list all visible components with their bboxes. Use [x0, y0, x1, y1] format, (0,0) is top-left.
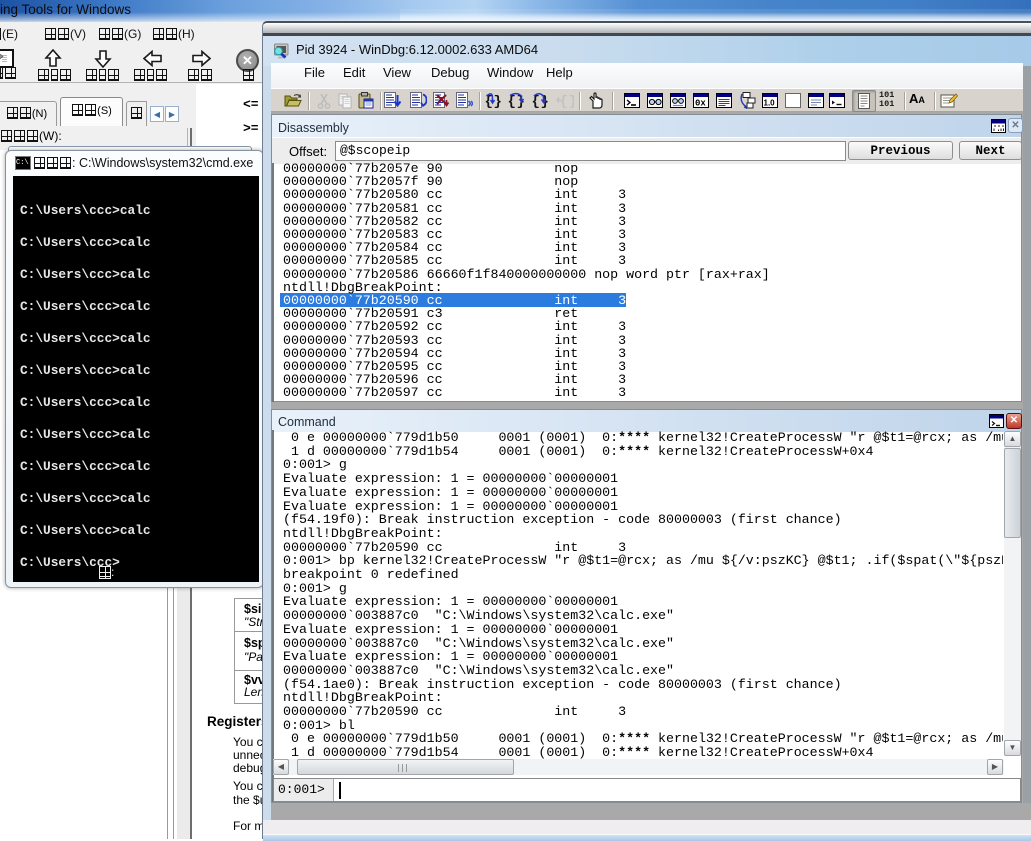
svg-text:1.0: 1.0: [764, 99, 776, 108]
svg-text:}: }: [569, 94, 575, 109]
svg-text:{: {: [560, 94, 568, 109]
svg-text:{: {: [532, 94, 540, 109]
svg-text:{: {: [508, 94, 516, 109]
svg-text:0x: 0x: [695, 99, 706, 109]
svg-text:}: }: [494, 94, 502, 109]
